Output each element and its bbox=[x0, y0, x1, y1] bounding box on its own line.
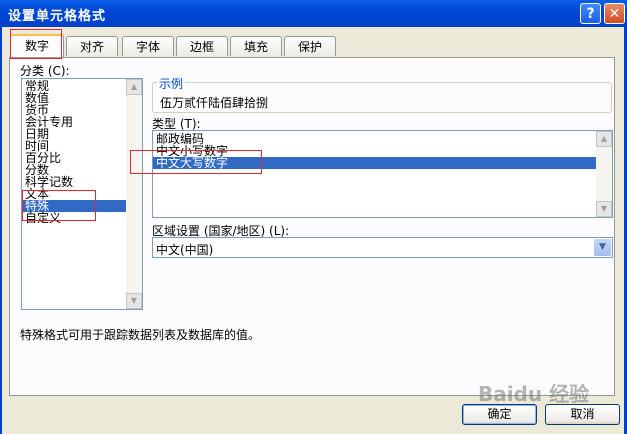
tab-fill[interactable]: 填充 bbox=[230, 36, 282, 56]
tab-border[interactable]: 边框 bbox=[176, 36, 228, 56]
help-button[interactable]: ? bbox=[580, 3, 601, 24]
format-cells-dialog: 设置单元格格式 ? ✕ 数字 对齐 字体 边框 填充 保护 分类 (C): 常规… bbox=[0, 0, 627, 434]
category-listbox[interactable]: 常规 数值 货币 会计专用 日期 时间 百分比 分数 科学记数 文本 特殊 自定… bbox=[21, 78, 143, 310]
ok-button[interactable]: 确定 bbox=[462, 404, 537, 425]
chevron-down-icon[interactable]: ▼ bbox=[594, 239, 611, 256]
question-icon: ? bbox=[586, 6, 595, 22]
category-scrollbar[interactable]: ▲ ▼ bbox=[126, 79, 142, 309]
sample-title: 示例 bbox=[157, 75, 186, 92]
close-icon: ✕ bbox=[608, 6, 621, 22]
chevron-down-icon[interactable]: ▼ bbox=[596, 201, 612, 217]
tab-number[interactable]: 数字 bbox=[10, 34, 64, 58]
close-button[interactable]: ✕ bbox=[604, 3, 625, 24]
cancel-button[interactable]: 取消 bbox=[545, 404, 620, 425]
watermark: Baidu 经验 bbox=[478, 378, 589, 407]
chevron-up-icon[interactable]: ▲ bbox=[596, 131, 612, 147]
category-label: 分类 (C): bbox=[20, 64, 70, 78]
tab-protection[interactable]: 保护 bbox=[284, 36, 336, 56]
category-item-custom[interactable]: 自定义 bbox=[22, 212, 142, 224]
tab-font[interactable]: 字体 bbox=[122, 36, 174, 56]
window-border-left bbox=[0, 27, 2, 434]
watermark-text: Baidu 经验 bbox=[478, 382, 590, 406]
type-scrollbar[interactable]: ▲ ▼ bbox=[596, 131, 612, 217]
chevron-down-icon[interactable]: ▼ bbox=[126, 293, 142, 309]
sample-value: 伍万贰仟陆佰肆拾捌 bbox=[160, 96, 269, 110]
window-title: 设置单元格格式 bbox=[8, 9, 107, 24]
type-item-chinese-uppercase[interactable]: 中文大写数字 bbox=[153, 157, 596, 169]
locale-value: 中文(中国) bbox=[156, 243, 214, 257]
locale-select[interactable]: 中文(中国) ▼ bbox=[152, 237, 613, 258]
format-description: 特殊格式可用于跟踪数据列表及数据库的值。 bbox=[20, 328, 261, 342]
tab-alignment[interactable]: 对齐 bbox=[66, 36, 118, 56]
title-bar[interactable]: 设置单元格格式 ? ✕ bbox=[0, 0, 627, 27]
type-listbox[interactable]: 邮政编码 中文小写数字 中文大写数字 ▲ ▼ bbox=[152, 130, 613, 218]
chevron-up-icon[interactable]: ▲ bbox=[126, 79, 142, 95]
